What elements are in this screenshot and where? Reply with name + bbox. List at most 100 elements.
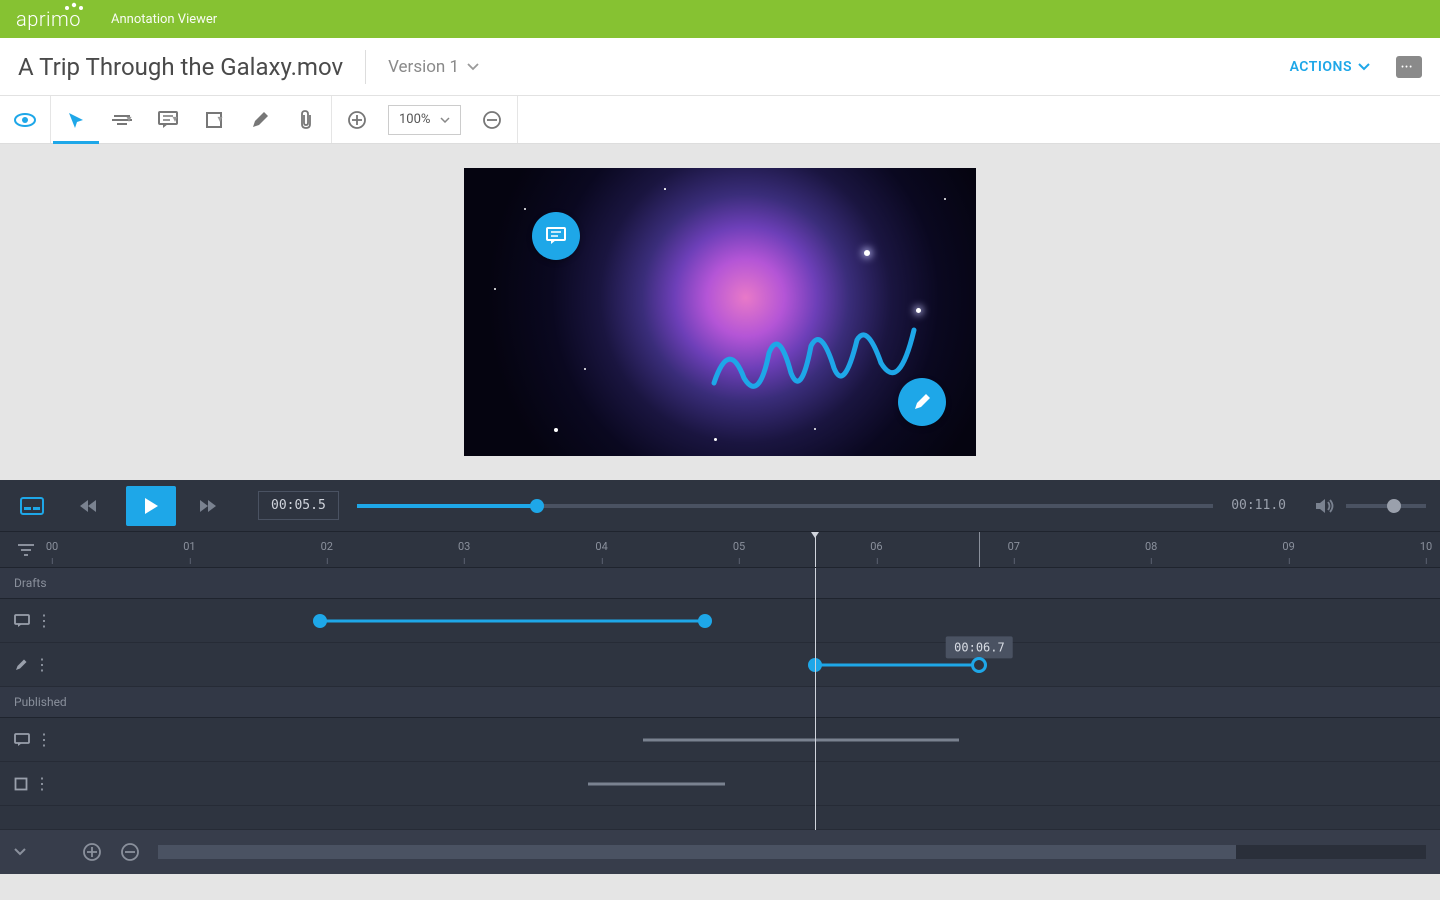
clip-end-handle-active[interactable] xyxy=(971,657,987,673)
timeline-ruler[interactable]: 0001020304050607080910 xyxy=(52,532,1426,567)
star-icon xyxy=(916,308,921,313)
star-icon xyxy=(814,428,816,430)
chevron-down-icon xyxy=(14,848,26,856)
plus-circle-icon xyxy=(347,110,367,130)
ruler-tick: 01 xyxy=(183,540,195,553)
video-frame[interactable] xyxy=(464,168,976,456)
clip-start-handle[interactable] xyxy=(808,658,822,672)
star-icon xyxy=(584,368,586,370)
freehand-annotation[interactable] xyxy=(709,318,929,408)
chevron-down-icon: ▾ xyxy=(126,114,131,125)
annotation-clip[interactable] xyxy=(320,619,705,622)
more-vert-icon[interactable]: ⋮ xyxy=(36,611,52,630)
draw-annotation-marker[interactable] xyxy=(898,378,946,426)
clip-end-handle[interactable] xyxy=(698,614,712,628)
annotation-clip[interactable] xyxy=(643,738,959,741)
visibility-toggle[interactable] xyxy=(2,96,48,144)
brand-dots-icon xyxy=(63,1,85,11)
timeline-zoom-out[interactable] xyxy=(120,842,140,862)
forward-button[interactable] xyxy=(190,488,226,524)
minus-circle-icon xyxy=(120,842,140,862)
canvas-area xyxy=(0,144,1440,480)
timeline-zoom-in[interactable] xyxy=(82,842,102,862)
ruler-tick: 09 xyxy=(1282,540,1294,553)
scrollbar-thumb[interactable] xyxy=(158,845,1236,859)
annotation-clip[interactable] xyxy=(815,663,980,666)
empty-track xyxy=(0,806,1440,830)
chevron-down-icon xyxy=(1358,63,1370,71)
collapse-button[interactable] xyxy=(14,848,26,856)
section-drafts-label: Drafts xyxy=(0,568,1440,599)
rewind-button[interactable] xyxy=(70,488,106,524)
play-button[interactable] xyxy=(126,486,176,526)
timeline-bottom-bar xyxy=(0,830,1440,874)
text-style-tool[interactable]: ▾ xyxy=(99,96,145,144)
comments-panel-button[interactable]: ••• xyxy=(1396,56,1422,78)
fast-forward-icon xyxy=(198,498,218,514)
track-lane[interactable]: 00:06.7 xyxy=(52,643,1426,686)
scrub-handle[interactable] xyxy=(530,499,544,513)
ruler-tick: 10 xyxy=(1420,540,1432,553)
star-icon xyxy=(864,250,870,256)
version-selector[interactable]: Version 1 xyxy=(388,57,479,77)
filter-icon xyxy=(17,543,35,557)
subtitles-icon xyxy=(20,497,44,515)
pencil-icon xyxy=(251,111,269,129)
clip-start-handle[interactable] xyxy=(313,614,327,628)
track-lane[interactable] xyxy=(52,762,1426,805)
divider xyxy=(365,50,366,84)
volume-slider[interactable] xyxy=(1346,504,1426,508)
range-end-marker[interactable] xyxy=(979,532,980,567)
star-icon xyxy=(664,188,666,190)
comment-tool[interactable]: ▾ xyxy=(145,96,191,144)
chevron-down-icon xyxy=(467,63,479,71)
actions-menu[interactable]: ACTIONS xyxy=(1290,59,1370,75)
scrub-bar[interactable] xyxy=(357,504,1213,508)
track-row-pub-comment: ⋮ xyxy=(0,718,1440,762)
brand-logo: aprimo xyxy=(16,7,81,31)
captions-button[interactable] xyxy=(14,488,50,524)
zoom-select[interactable]: 100% xyxy=(388,105,461,135)
chevron-down-icon xyxy=(440,117,450,123)
ruler-tick: 07 xyxy=(1008,540,1020,553)
annotation-clip[interactable] xyxy=(588,782,725,785)
play-icon xyxy=(143,497,159,515)
more-vert-icon[interactable]: ⋮ xyxy=(36,730,52,749)
comment-icon xyxy=(14,733,30,747)
version-label: Version 1 xyxy=(388,57,459,77)
track-lane[interactable] xyxy=(52,599,1426,642)
comment-annotation-marker[interactable] xyxy=(532,212,580,260)
tracks-area: Drafts ⋮ ⋮ 00:06.7 Pu xyxy=(0,568,1440,830)
comment-icon xyxy=(14,614,30,628)
attach-tool[interactable] xyxy=(283,96,329,144)
volume-handle[interactable] xyxy=(1387,499,1401,513)
ruler-tick: 03 xyxy=(458,540,470,553)
playhead-marker[interactable] xyxy=(815,532,816,567)
filter-tracks-button[interactable] xyxy=(0,532,52,567)
star-icon xyxy=(524,208,526,210)
file-name: A Trip Through the Galaxy.mov xyxy=(18,53,343,81)
zoom-in-button[interactable] xyxy=(334,96,380,144)
rectangle-icon xyxy=(14,777,28,791)
cursor-icon xyxy=(67,111,85,129)
timeline-ruler-row: 0001020304050607080910 xyxy=(0,532,1440,568)
zoom-out-button[interactable] xyxy=(469,96,515,144)
plus-circle-icon xyxy=(82,842,102,862)
zoom-value: 100% xyxy=(399,112,430,127)
shape-tool[interactable]: ▾ xyxy=(191,96,237,144)
draw-tool[interactable] xyxy=(237,96,283,144)
minus-circle-icon xyxy=(482,110,502,130)
chevron-down-icon: ▾ xyxy=(172,114,177,125)
more-vert-icon[interactable]: ⋮ xyxy=(34,655,50,674)
volume-button[interactable] xyxy=(1314,497,1336,515)
pointer-tool[interactable] xyxy=(53,96,99,144)
annotation-toolbar: ▾ ▾ ▾ 100% xyxy=(0,96,1440,144)
pencil-icon xyxy=(912,392,932,412)
current-time-display: 00:05.5 xyxy=(258,491,339,520)
more-vert-icon[interactable]: ⋮ xyxy=(34,774,50,793)
section-published-label: Published xyxy=(0,687,1440,718)
horizontal-scrollbar[interactable] xyxy=(158,845,1426,859)
ruler-tick: 00 xyxy=(46,540,58,553)
track-lane[interactable] xyxy=(52,718,1426,761)
timeline-panel: 00:05.5 00:11.0 0001020304050607080910 D… xyxy=(0,480,1440,874)
